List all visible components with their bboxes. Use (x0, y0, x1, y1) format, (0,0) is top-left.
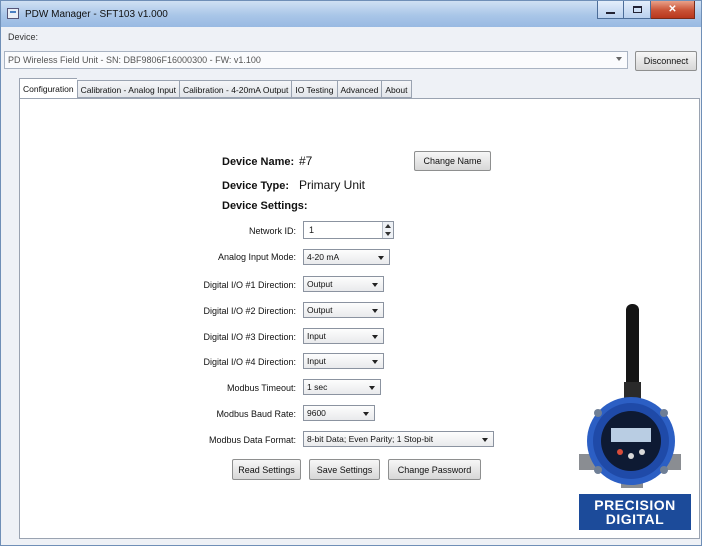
digital-io-1-label: Digital I/O #1 Direction: (203, 280, 296, 290)
network-id-label: Network ID: (248, 226, 296, 236)
device-dropdown[interactable]: PD Wireless Field Unit - SN: DBF9806F160… (4, 51, 628, 69)
modbus-baud-rate-value: 9600 (307, 408, 326, 418)
device-name-value: #7 (299, 154, 313, 168)
app-icon (7, 8, 19, 19)
minimize-icon (606, 11, 615, 14)
digital-io-3-label: Digital I/O #3 Direction: (203, 332, 296, 342)
close-icon: ✕ (668, 4, 677, 15)
change-password-button[interactable]: Change Password (388, 459, 481, 480)
logo-line-2: DIGITAL (605, 511, 665, 527)
device-name-label: Device Name: (222, 156, 295, 168)
window-controls: ✕ (597, 1, 695, 21)
analog-input-mode-value: 4-20 mA (307, 252, 340, 262)
modbus-data-format-label: Modbus Data Format: (208, 435, 296, 445)
chevron-down-icon (372, 283, 378, 287)
analog-input-mode-label: Analog Input Mode: (217, 252, 296, 262)
analog-input-mode-select[interactable]: 4-20 mA (303, 249, 390, 265)
digital-io-1-value: Output (307, 279, 333, 289)
modbus-baud-rate-label: Modbus Baud Rate: (216, 409, 296, 419)
digital-io-4-select[interactable]: Input (303, 353, 384, 369)
stepper-down-icon[interactable] (385, 232, 391, 236)
tab-calibration-4-20ma-output[interactable]: Calibration - 4-20mA Output (179, 80, 292, 98)
tab-bar: Configuration Calibration - Analog Input… (19, 78, 412, 99)
logo-line-1: PRECISION (594, 497, 676, 513)
read-settings-button[interactable]: Read Settings (232, 459, 301, 480)
digital-io-3-value: Input (307, 331, 326, 341)
modbus-data-format-select[interactable]: 8-bit Data; Even Parity; 1 Stop-bit (303, 431, 494, 447)
chevron-down-icon (372, 309, 378, 313)
change-name-button[interactable]: Change Name (414, 151, 491, 171)
app-window: PDW Manager - SFT103 v1.000 ✕ Device: PD… (0, 0, 702, 546)
device-type-label: Device Type: (222, 180, 290, 192)
modbus-timeout-value: 1 sec (307, 382, 328, 392)
modbus-data-format-value: 8-bit Data; Even Parity; 1 Stop-bit (307, 434, 434, 444)
chevron-down-icon (372, 360, 378, 364)
chevron-down-icon (369, 386, 375, 390)
tab-advanced[interactable]: Advanced (336, 80, 382, 98)
digital-io-2-label: Digital I/O #2 Direction: (203, 306, 296, 316)
disconnect-button[interactable]: Disconnect (635, 51, 697, 71)
digital-io-4-label: Digital I/O #4 Direction: (203, 357, 296, 367)
modbus-baud-rate-select[interactable]: 9600 (303, 405, 375, 421)
chevron-down-icon (482, 438, 488, 442)
modbus-timeout-label: Modbus Timeout: (226, 383, 296, 393)
chevron-down-icon (363, 412, 369, 416)
maximize-button[interactable] (624, 1, 651, 19)
minimize-button[interactable] (597, 1, 624, 19)
device-settings-label: Device Settings: (222, 200, 308, 212)
tab-io-testing[interactable]: IO Testing (291, 80, 337, 98)
digital-io-2-select[interactable]: Output (303, 302, 384, 318)
chevron-down-icon (378, 256, 384, 260)
maximize-icon (632, 6, 642, 13)
tab-calibration-analog-input[interactable]: Calibration - Analog Input (76, 80, 180, 98)
stepper-up-icon[interactable] (385, 224, 391, 228)
stepper-buttons[interactable] (382, 222, 393, 238)
digital-io-4-value: Input (307, 356, 326, 366)
close-button[interactable]: ✕ (651, 1, 695, 19)
network-id-stepper[interactable]: 1 (303, 221, 394, 239)
digital-io-2-value: Output (307, 305, 333, 315)
device-dropdown-value: PD Wireless Field Unit - SN: DBF9806F160… (8, 55, 261, 65)
device-type-value: Primary Unit (299, 178, 366, 192)
chevron-down-icon (616, 57, 622, 61)
digital-io-3-select[interactable]: Input (303, 328, 384, 344)
save-settings-button[interactable]: Save Settings (309, 459, 380, 480)
network-id-value: 1 (309, 225, 315, 235)
chevron-down-icon (372, 335, 378, 339)
modbus-timeout-select[interactable]: 1 sec (303, 379, 381, 395)
window-title: PDW Manager - SFT103 v1.000 (25, 9, 168, 20)
device-label: Device: (8, 32, 39, 42)
digital-io-1-select[interactable]: Output (303, 276, 384, 292)
tab-about[interactable]: About (381, 80, 412, 98)
title-bar[interactable]: PDW Manager - SFT103 v1.000 ✕ (1, 1, 701, 27)
wireless-field-unit-image (579, 304, 681, 488)
tab-configuration[interactable]: Configuration (19, 78, 77, 98)
precision-digital-logo: PRECISION DIGITAL (579, 494, 691, 530)
